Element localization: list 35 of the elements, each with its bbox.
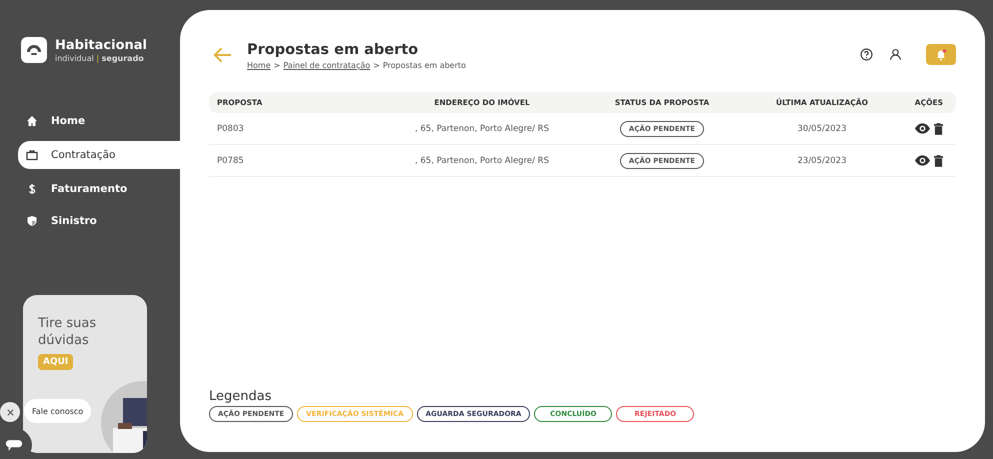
chat-label[interactable]: Fale conosco	[24, 399, 92, 423]
nav-item[interactable]: Faturamento	[18, 177, 180, 201]
breadcrumb-separator: >	[373, 61, 380, 70]
table-cell-text: , 65, Partenon, Porto Alegre/ RS	[414, 156, 550, 166]
help-icon[interactable]	[860, 48, 873, 61]
chat-bubble-icon	[5, 438, 23, 452]
trash-icon[interactable]	[934, 122, 943, 134]
table-cell-text: P0785	[216, 156, 245, 166]
close-button[interactable]	[0, 402, 20, 422]
view-eye-icon[interactable]	[915, 154, 930, 166]
nav-item[interactable]: Home	[18, 109, 180, 133]
nav-item[interactable]: Contratação	[18, 141, 180, 169]
brand-name: Habitacional	[55, 38, 147, 54]
table-cell-text: 30/05/2023	[796, 124, 848, 134]
brand-subtitle: individual | segurado	[55, 54, 145, 62]
breadcrumb-current: Propostas em aberto	[382, 61, 466, 70]
briefcase-icon	[26, 149, 38, 161]
table-cell-text: P0803	[216, 124, 245, 134]
legend-title: Legendas	[209, 389, 272, 404]
nav-item[interactable]: Sinistro	[18, 209, 180, 233]
logo-icon	[21, 37, 47, 63]
view-eye-icon[interactable]	[915, 122, 930, 134]
table-cell-text: , 65, Partenon, Porto Alegre/ RS	[414, 124, 550, 134]
close-icon	[6, 408, 14, 416]
user-icon[interactable]	[889, 48, 902, 61]
dollar-icon	[26, 183, 38, 195]
table-cell-text: 23/05/2023	[796, 156, 848, 166]
shield-icon	[26, 215, 38, 227]
breadcrumb-link[interactable]: Painel de contratação	[283, 61, 370, 70]
trash-icon[interactable]	[934, 154, 943, 166]
breadcrumb-separator: >	[274, 61, 280, 70]
breadcrumb-link[interactable]: Home	[247, 61, 271, 70]
promo-title: Tire suas dúvidas	[38, 315, 98, 349]
home-icon	[26, 115, 38, 127]
page-title: Propostas em aberto	[247, 42, 420, 58]
